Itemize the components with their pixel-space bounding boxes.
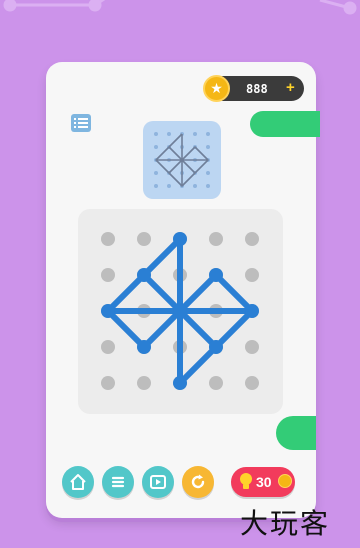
grid-dot (209, 376, 223, 390)
menu-button[interactable] (102, 466, 134, 498)
active-dot (173, 304, 187, 318)
video-icon (150, 475, 166, 489)
star-icon: ★ (203, 75, 230, 102)
target-preview (143, 121, 221, 199)
grid-dot (101, 232, 115, 246)
home-button[interactable] (62, 466, 94, 498)
active-dot (173, 376, 187, 390)
active-dot (245, 304, 259, 318)
grid-dot (245, 232, 259, 246)
active-dot (209, 340, 223, 354)
coin-icon (278, 474, 292, 488)
hint-count: 30 (256, 474, 272, 490)
grid-dot (101, 376, 115, 390)
side-tab-top[interactable] (250, 111, 320, 137)
target-pattern (154, 132, 210, 188)
home-icon (70, 474, 86, 490)
side-tab-bottom[interactable] (276, 416, 316, 450)
active-dot (173, 232, 187, 246)
active-dot (137, 268, 151, 282)
grid-dot (137, 376, 151, 390)
grid-dot (245, 268, 259, 282)
grid-dot (245, 340, 259, 354)
active-dot (209, 268, 223, 282)
menu-icon (111, 476, 125, 488)
active-dot (101, 304, 115, 318)
video-button[interactable] (142, 466, 174, 498)
dot-grid[interactable] (78, 209, 283, 414)
grid-dot (137, 232, 151, 246)
list-icon[interactable] (70, 113, 92, 133)
grid-dot (101, 340, 115, 354)
coin-count: 888 (246, 82, 268, 96)
restart-icon (191, 474, 205, 489)
game-board[interactable] (78, 209, 283, 414)
bulb-icon (240, 473, 252, 489)
add-coins-button[interactable]: + (286, 79, 295, 96)
watermark: 大玩客 (240, 508, 331, 539)
grid-dot (101, 268, 115, 282)
grid-dot (209, 232, 223, 246)
background-decoration (3, 0, 357, 15)
restart-button[interactable] (182, 466, 214, 498)
active-dot (137, 340, 151, 354)
grid-dot (245, 376, 259, 390)
